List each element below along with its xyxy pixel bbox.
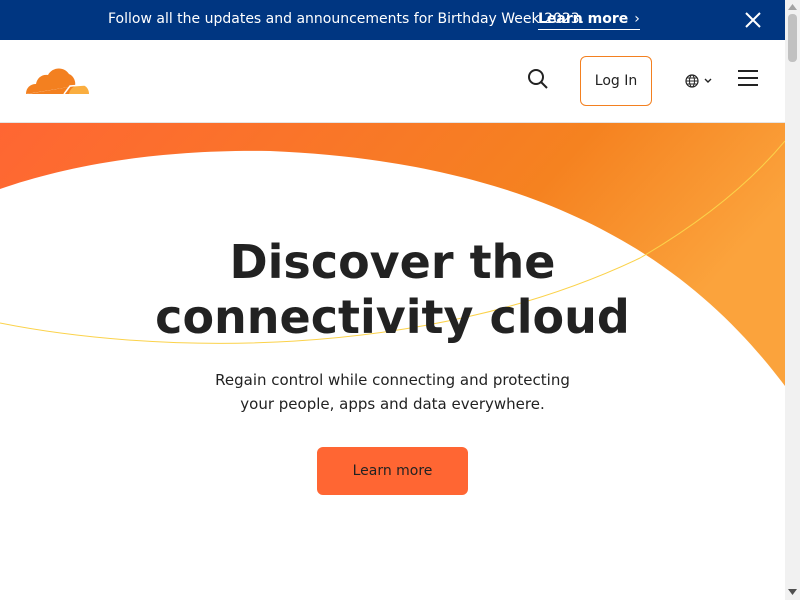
scroll-up-arrow-icon[interactable] — [788, 4, 797, 10]
announcement-learn-more-link[interactable]: Learn more › — [538, 11, 640, 30]
hero-subtitle: Regain control while connecting and prot… — [0, 368, 785, 416]
search-icon[interactable] — [526, 67, 550, 91]
hero-background-shape — [0, 123, 785, 386]
chevron-down-icon — [704, 78, 712, 83]
scrollbar-thumb[interactable] — [788, 14, 797, 62]
hamburger-menu-icon[interactable] — [737, 69, 759, 87]
hero-title: Discover the connectivity cloud — [0, 235, 785, 345]
announcement-link-label: Learn more — [538, 11, 629, 27]
close-icon[interactable] — [744, 11, 762, 29]
hero-title-line-2: connectivity cloud — [155, 290, 630, 344]
login-button[interactable]: Log In — [580, 56, 652, 106]
page-scrollbar[interactable] — [785, 0, 800, 600]
hero-subtitle-line-1: Regain control while connecting and prot… — [215, 371, 570, 389]
learn-more-button[interactable]: Learn more — [317, 447, 468, 495]
site-header: Log In — [0, 40, 785, 123]
hero-subtitle-line-2: your people, apps and data everywhere. — [240, 395, 545, 413]
chevron-right-icon: › — [634, 11, 640, 27]
scroll-down-arrow-icon[interactable] — [788, 589, 797, 595]
cloudflare-logo[interactable] — [24, 64, 90, 96]
language-selector[interactable] — [684, 73, 718, 89]
announcement-text: Follow all the updates and announcements… — [108, 11, 585, 27]
hero-title-line-1: Discover the — [229, 235, 556, 289]
hero-section: Discover the connectivity cloud Regain c… — [0, 123, 785, 600]
globe-icon — [685, 74, 699, 88]
announcement-banner: Follow all the updates and announcements… — [0, 0, 785, 40]
